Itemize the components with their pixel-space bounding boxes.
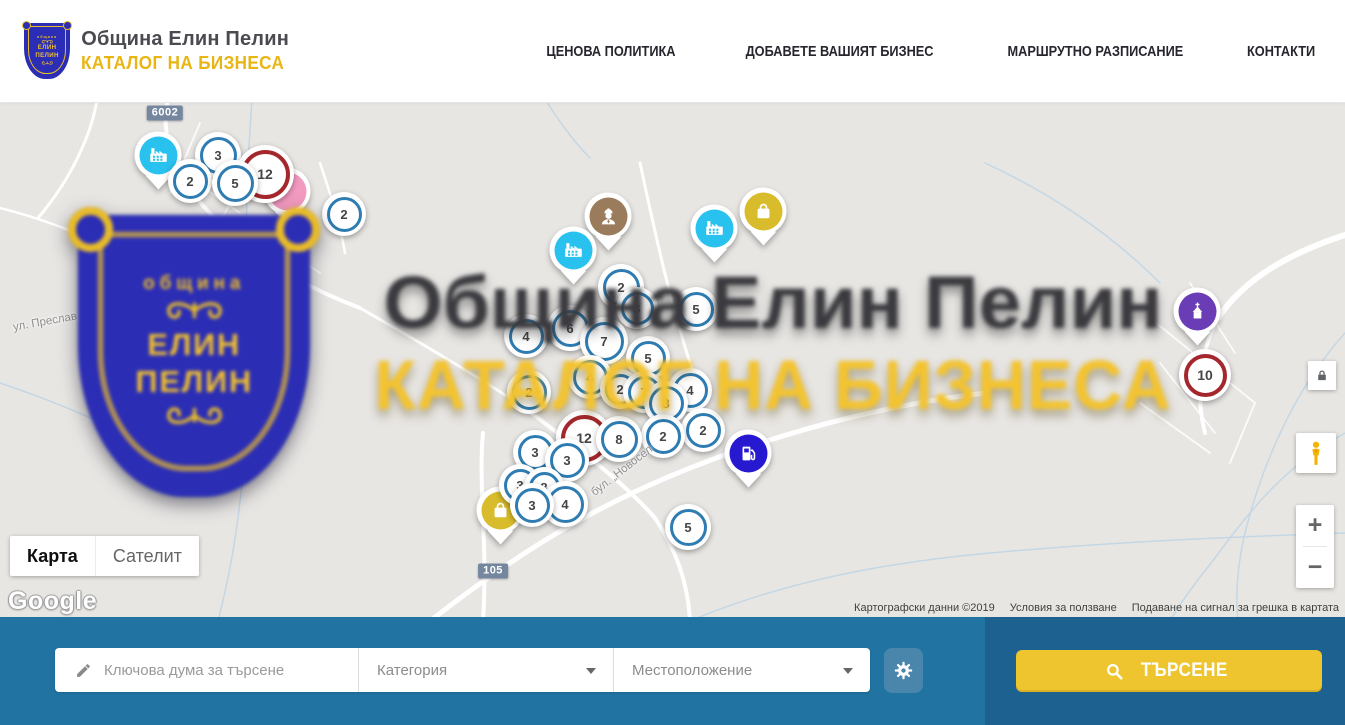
crest-flourish-icon <box>38 60 56 66</box>
map-type-control: Карта Сателит <box>10 536 199 576</box>
keyword-input[interactable] <box>104 662 344 679</box>
road-badge: 6002 <box>147 106 183 121</box>
gear-icon <box>893 660 914 681</box>
google-logo[interactable]: Google <box>8 587 97 616</box>
report-map-error-link[interactable]: Подаване на сигнал за грешка в картата <box>1132 602 1339 614</box>
category-select-value: Категория <box>377 662 447 679</box>
nav-item-route-schedule[interactable]: МАРШРУТНО РАЗПИСАНИЕ <box>1008 43 1184 60</box>
category-select[interactable]: Категория <box>358 648 613 692</box>
crest-small-text: община <box>143 273 245 295</box>
crest-shield: община ЕЛИН ПЕЛИН <box>24 23 70 79</box>
road-badge: 105 <box>478 564 508 579</box>
pencil-icon <box>75 662 92 679</box>
cluster-marker[interactable]: 2 <box>322 192 366 236</box>
cluster-marker[interactable]: 5 <box>212 160 258 206</box>
padlock-icon <box>1315 368 1329 383</box>
brand-text: Община Елин Пелин КАТАЛОГ НА БИЗНЕСА <box>81 28 295 74</box>
search-bar: Категория Местоположение <box>0 617 1345 725</box>
watermark-logo: община ЕЛИН ПЕЛИН <box>78 215 310 497</box>
keyword-field <box>55 648 358 692</box>
search-button[interactable]: ТЪРСЕНЕ <box>1016 650 1322 692</box>
terms-of-use-link[interactable]: Условия за ползване <box>1010 602 1117 614</box>
street-label: ул. Преслав <box>12 310 78 333</box>
cluster-marker[interactable]: 10 <box>1179 349 1231 401</box>
crest-shield: община ЕЛИН ПЕЛИН <box>78 215 310 497</box>
settings-button[interactable] <box>884 648 923 693</box>
search-button-label: ТЪРСЕНЕ <box>1141 660 1228 682</box>
location-select[interactable]: Местоположение <box>613 648 870 692</box>
search-icon <box>1105 662 1124 681</box>
brand-subtitle: КАТАЛОГ НА БИЗНЕСА <box>81 53 284 74</box>
search-form: Категория Местоположение <box>55 648 870 692</box>
map-attribution: Картографски данни ©2019 Условия за полз… <box>854 602 1339 614</box>
crest-flourish-icon <box>148 297 241 325</box>
map-type-satellite-button[interactable]: Сателит <box>95 536 199 576</box>
map-pin-fuel[interactable] <box>725 430 772 477</box>
crest-curl <box>68 207 113 252</box>
zoom-out-button[interactable]: − <box>1296 547 1334 588</box>
search-panel: ТЪРСЕНЕ <box>985 617 1345 725</box>
map-canvas[interactable]: ул. Преславбул. „Новосел6002105312252235… <box>0 103 1345 617</box>
lock-button[interactable] <box>1308 361 1336 390</box>
cluster-marker[interactable]: 5 <box>674 287 718 331</box>
cluster-marker[interactable]: 2 <box>507 370 551 414</box>
crest-flourish-icon <box>148 401 241 429</box>
chevron-down-icon <box>843 668 853 674</box>
brand-logo: община ЕЛИН ПЕЛИН <box>24 23 70 79</box>
map-pin-factory[interactable] <box>550 227 597 274</box>
map-pin-shopping-bag[interactable] <box>740 188 787 235</box>
crest-name-line1: ЕЛИН <box>147 328 241 362</box>
cluster-marker[interactable]: 3 <box>510 483 554 527</box>
zoom-control: + − <box>1296 505 1334 588</box>
pegman-icon <box>1305 440 1327 466</box>
location-select-value: Местоположение <box>632 662 752 679</box>
header: община ЕЛИН ПЕЛИН Община Елин Пелин КАТА… <box>0 0 1345 103</box>
cluster-marker[interactable]: 4 <box>504 314 548 358</box>
crest-curl <box>63 21 72 30</box>
map-pin-factory[interactable] <box>691 205 738 252</box>
cluster-marker[interactable]: 3 <box>616 287 658 329</box>
main-nav: ЦЕНОВА ПОЛИТИКА ДОБАВЕТЕ ВАШИЯТ БИЗНЕС М… <box>535 43 1321 60</box>
page: община ЕЛИН ПЕЛИН Община Елин Пелин КАТА… <box>0 0 1345 725</box>
zoom-in-button[interactable]: + <box>1296 505 1334 546</box>
crest-curl <box>276 207 321 252</box>
cluster-marker[interactable]: 2 <box>168 159 212 203</box>
brand-title: Община Елин Пелин <box>81 28 295 51</box>
brand[interactable]: община ЕЛИН ПЕЛИН Община Елин Пелин КАТА… <box>24 23 295 79</box>
map-type-map-button[interactable]: Карта <box>10 536 95 576</box>
cluster-marker[interactable]: 5 <box>665 504 711 550</box>
attribution-copyright: Картографски данни ©2019 <box>854 602 995 614</box>
crest-name-line2: ПЕЛИН <box>135 365 253 399</box>
chevron-down-icon <box>586 668 596 674</box>
cluster-marker[interactable]: 2 <box>681 408 725 452</box>
nav-item-contacts[interactable]: КОНТАКТИ <box>1247 43 1315 60</box>
map-pin-church[interactable] <box>1174 288 1221 335</box>
street-view-pegman-button[interactable] <box>1296 433 1336 473</box>
nav-item-pricing-policy[interactable]: ЦЕНОВА ПОЛИТИКА <box>546 43 675 60</box>
nav-item-add-your-business[interactable]: ДОБАВЕТЕ ВАШИЯТ БИЗНЕС <box>746 43 934 60</box>
crest-name-line1: ЕЛИН <box>38 45 57 52</box>
crest-small-text: община <box>37 35 57 39</box>
crest-name-line2: ПЕЛИН <box>35 53 58 60</box>
